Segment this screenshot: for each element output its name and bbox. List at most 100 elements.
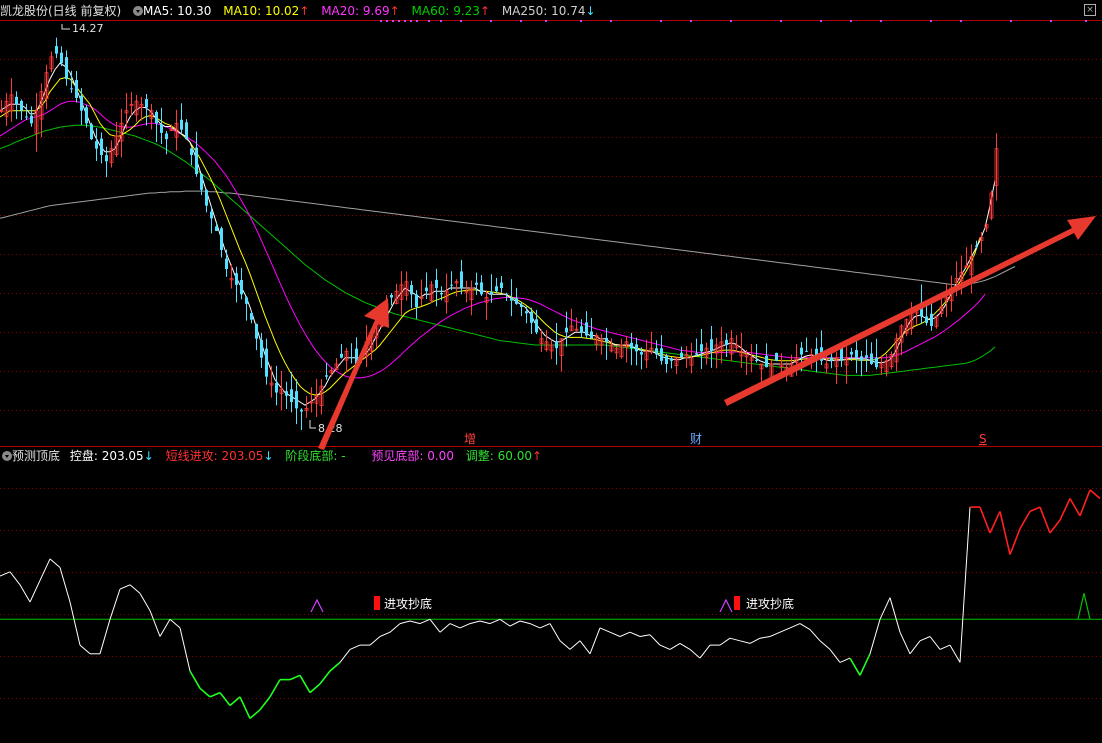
marker-zeng: 增: [464, 432, 476, 446]
candle-body-down: [160, 124, 163, 133]
ma250-value: MA250: 10.74: [501, 4, 586, 18]
signal-label-1: 进攻抄底: [384, 596, 432, 611]
candle-body-down: [475, 282, 478, 285]
candle-body-down: [855, 349, 858, 358]
stock-title[interactable]: 凯龙股份(日线 前复权): [0, 4, 121, 18]
candle-body-down: [590, 331, 593, 339]
candle-body-down: [295, 391, 298, 409]
signal-dot: [820, 20, 822, 22]
candle-body-down: [95, 141, 98, 149]
signal-dot: [1050, 20, 1052, 22]
signal-dot: [404, 20, 406, 22]
candle-body-down: [20, 100, 23, 111]
signal-dot: [410, 20, 412, 22]
signal-dot: [520, 20, 522, 22]
candle-body-down: [585, 322, 588, 336]
candle-body-down: [55, 46, 58, 54]
candle-body-down: [860, 356, 863, 361]
main-header: 凯龙股份(日线 前复权) MA5: 10.30 MA10: 10.02 ↑ MA2…: [0, 2, 596, 20]
candle-body-down: [630, 342, 633, 349]
signal-dot: [490, 20, 492, 22]
ma20-arrow: ↑: [389, 4, 400, 18]
candle-body-down: [200, 174, 203, 190]
ma60-value: MA60: 9.23: [411, 4, 480, 18]
candle-body-down: [65, 57, 68, 79]
signal-dot: [580, 20, 582, 22]
candle-body-down: [500, 282, 503, 288]
candle-body-down: [425, 287, 428, 292]
candle-body-down: [695, 353, 698, 355]
signal-dot: [960, 20, 962, 22]
candle-body-down: [60, 52, 63, 64]
candle-body-down: [15, 96, 18, 105]
signal-bar-2: [734, 596, 740, 610]
candle-body-down: [850, 351, 853, 355]
candle-body-down: [225, 258, 228, 269]
candle-body-down: [30, 115, 33, 124]
candle-body-down: [190, 148, 193, 155]
ma60-arrow: ↑: [479, 4, 490, 18]
candle-body-down: [840, 347, 843, 361]
indicator-title[interactable]: 预测顶底: [12, 449, 60, 463]
signal-dot: [440, 20, 442, 22]
signal-dot: [730, 20, 732, 22]
indicator-menu-icon[interactable]: [133, 6, 144, 16]
candle-body-down: [775, 352, 778, 361]
signal-dot: [610, 20, 612, 22]
kongpan-value: 控盘: 203.05: [69, 449, 144, 463]
candle-body-down: [210, 211, 213, 219]
candle-body-down: [105, 155, 108, 162]
candle-body-down: [535, 319, 538, 333]
indicator-menu-icon[interactable]: [2, 451, 12, 461]
candle-body-down: [75, 79, 78, 98]
ma10-value: MA10: 10.02: [223, 4, 300, 18]
signal-dot: [660, 20, 662, 22]
marker-s: S: [979, 432, 987, 446]
candle-body-down: [440, 292, 443, 295]
candle-body-down: [555, 341, 558, 349]
candle-body-down: [195, 147, 198, 174]
candle-body-down: [340, 353, 343, 358]
candle-body-down: [155, 111, 158, 124]
candle-body-down: [205, 190, 208, 206]
marker-cai: 财: [690, 432, 702, 446]
candle-body-down: [495, 286, 498, 292]
candle-body-down: [805, 350, 808, 352]
ma5-value: MA5: 10.30: [143, 4, 212, 18]
signal-dot: [398, 20, 400, 22]
candle-body-down: [670, 358, 673, 361]
candle-body-down: [765, 355, 768, 368]
ma20-value: MA20: 9.69: [321, 4, 390, 18]
candle-body-down: [520, 304, 523, 307]
candle-body-down: [725, 339, 728, 345]
candle-body-down: [865, 355, 868, 358]
high-price-label: 14.27: [72, 22, 104, 35]
signal-dot: [460, 20, 462, 22]
signal-bar-1: [374, 596, 380, 610]
duanxian-arrow: ↓: [263, 449, 274, 463]
candle-body-down: [660, 348, 663, 361]
candle-body-down: [665, 355, 668, 364]
candle-body-down: [710, 339, 713, 352]
signal-dot: [850, 20, 852, 22]
candle-body-down: [605, 337, 608, 342]
candle-body-down: [255, 324, 258, 339]
jieduan-value: 阶段底部: -: [285, 449, 346, 463]
signal-dot: [1085, 20, 1087, 22]
signal-dot: [1010, 20, 1012, 22]
candle-body-down: [180, 119, 183, 130]
candle-body-down: [875, 357, 878, 368]
candle-body-down: [70, 88, 73, 90]
duanxian-value: 短线进攻: 203.05: [165, 449, 264, 463]
candle-body-down: [275, 383, 278, 393]
tiaozheng-value: 调整: 60.00: [465, 449, 532, 463]
signal-dot: [545, 20, 547, 22]
candle-body-down: [245, 297, 248, 304]
stock-chart-canvas: 14.27 8.28 增 财 S 进攻抄底 进攻抄底: [0, 0, 1102, 743]
close-icon[interactable]: ×: [1084, 4, 1096, 16]
candle-body-down: [325, 375, 328, 377]
signal-label-2: 进攻抄底: [746, 596, 794, 611]
kongpan-arrow: ↓: [143, 449, 154, 463]
indicator-header: 预测顶底 控盘: 203.05↓ 短线进攻: 203.05↓ 阶段底部: - 预…: [2, 447, 542, 465]
candle-body-down: [975, 245, 978, 247]
